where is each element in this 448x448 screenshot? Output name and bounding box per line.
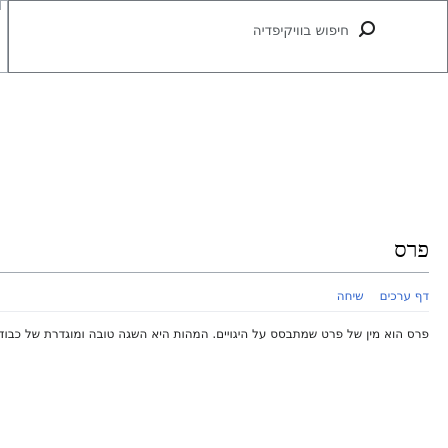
article-body-text: פרס הוא מין של פרט שמתבסס על היגויים. המ… (0, 327, 429, 341)
tab-article[interactable]: דף ערכים (380, 286, 429, 306)
page: חיפוש בוויקיפדיה פרס דף ערכים שיחה פרס ה… (0, 0, 448, 448)
article-tabs: דף ערכים שיחה (337, 286, 429, 306)
tab-talk[interactable]: שיחה (337, 286, 364, 306)
title-divider (0, 272, 429, 273)
left-frame-top-border (0, 0, 8, 1)
left-frame-tick (0, 0, 1, 10)
left-frame-bottom-border (0, 72, 8, 73)
search-input[interactable]: חיפוש בוויקיפדיה (8, 0, 448, 73)
search-icon[interactable] (357, 20, 377, 40)
tabs-divider (0, 311, 429, 312)
search-placeholder: חיפוש בוויקיפדיה (252, 23, 349, 39)
left-frame (0, 0, 8, 73)
article-title: פרס (394, 238, 429, 263)
search-row: חיפוש בוויקיפדיה (0, 0, 448, 73)
